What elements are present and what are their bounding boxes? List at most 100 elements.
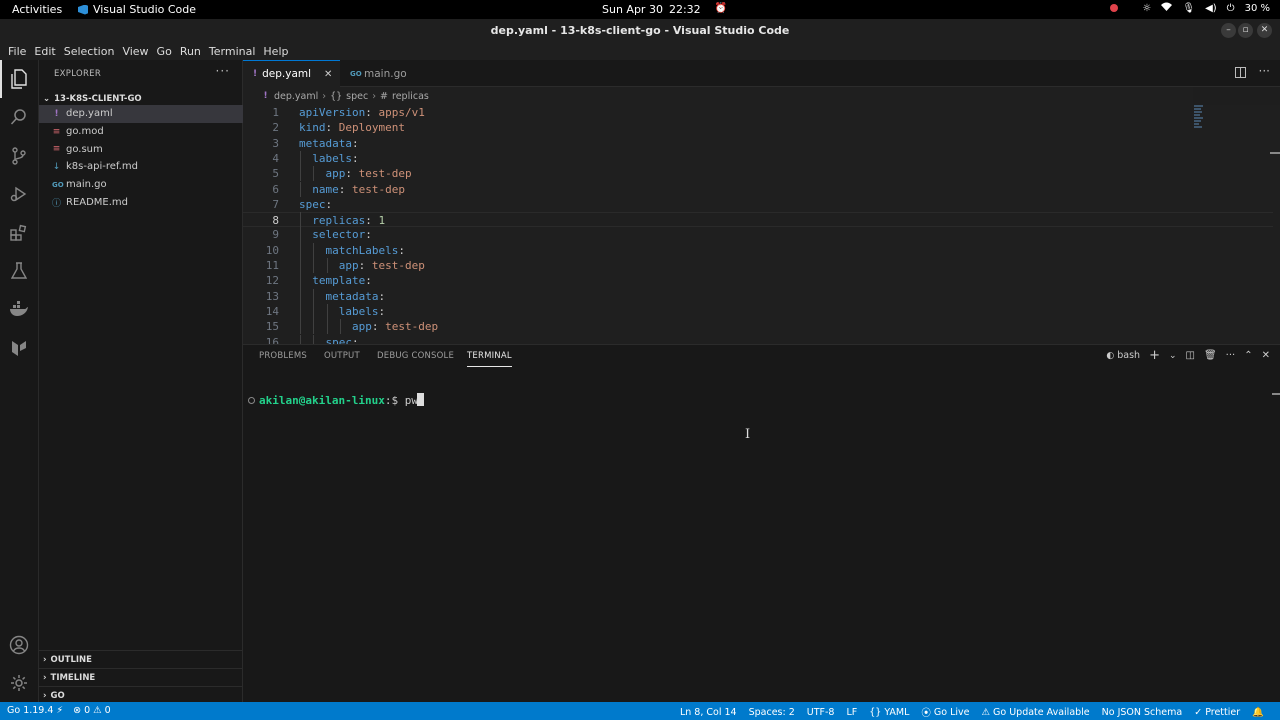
code-line[interactable]: 2 kind: Deployment (243, 120, 1273, 135)
explorer-icon[interactable] (0, 60, 30, 98)
extensions-icon[interactable] (8, 222, 30, 244)
code-line[interactable]: 13 metadata: (243, 289, 1273, 304)
docker-icon[interactable] (8, 298, 30, 320)
go-update-status[interactable]: ⚠ Go Update Available (982, 705, 1090, 719)
go-version-status[interactable]: Go 1.19.4 ⚡ (7, 705, 63, 716)
code-line[interactable]: 1 apiVersion: apps/v1 (243, 105, 1273, 120)
file-item-main-go[interactable]: GO main.go (39, 176, 243, 194)
code-line[interactable]: 6 name: test-dep (243, 182, 1273, 197)
chevron-down-icon[interactable]: ⌄ (1169, 351, 1177, 361)
json-schema-status[interactable]: No JSON Schema (1102, 705, 1183, 719)
code-line[interactable]: 16 spec: (243, 335, 1273, 345)
accounts-icon[interactable] (8, 634, 30, 656)
code-line[interactable]: 14 labels: (243, 304, 1273, 319)
code-editor[interactable]: 1 apiVersion: apps/v1 2 kind: Deployment 3 me… (243, 105, 1280, 344)
file-item-k8s-api-ref-md[interactable]: ↓ k8s-api-ref.md (39, 158, 243, 176)
timeline-section[interactable]: › TIMELINE (39, 668, 243, 686)
indent-guide (313, 319, 315, 335)
file-item-dep-yaml[interactable]: ! dep.yaml (39, 105, 243, 123)
code-line[interactable]: 12 template: (243, 273, 1273, 288)
code-line[interactable]: 15 app: test-dep (243, 319, 1273, 334)
shell-label: bash (1117, 350, 1141, 361)
prettier-status[interactable]: ✓ Prettier (1194, 705, 1240, 719)
code-line[interactable]: 11 app: test-dep (243, 258, 1273, 273)
trash-icon[interactable]: 🗑 (1204, 350, 1217, 361)
indent-guide (313, 242, 315, 258)
tab-dep-yaml[interactable]: ! dep.yaml ✕ (243, 60, 340, 87)
run-debug-icon[interactable] (8, 183, 30, 205)
testing-icon[interactable] (8, 260, 30, 282)
indent-guide (313, 258, 315, 274)
code-line[interactable]: 5 app: test-dep (243, 166, 1273, 181)
file-item-go-sum[interactable]: ≡ go.sum (39, 140, 243, 158)
minimap[interactable] (1194, 105, 1206, 131)
indent-guide (300, 242, 301, 258)
search-icon[interactable] (8, 106, 30, 128)
notifications-bell-icon[interactable]: 🔔 (1252, 705, 1264, 719)
menu-run[interactable]: Run (176, 42, 205, 60)
close-window-button[interactable]: ✕ (1257, 23, 1272, 38)
tab-debug-console[interactable]: DEBUG CONSOLE (377, 351, 454, 361)
cursor-position-status[interactable]: Ln 8, Col 14 (680, 705, 737, 719)
terminal-scrollbar[interactable] (1272, 393, 1280, 395)
menu-help[interactable]: Help (259, 42, 292, 60)
code-line[interactable]: 4 labels: (243, 151, 1273, 166)
menu-edit[interactable]: Edit (30, 42, 59, 60)
breadcrumb-file[interactable]: dep.yaml (274, 91, 318, 102)
split-terminal-icon[interactable]: ◫ (1186, 350, 1195, 361)
code-line[interactable]: 3 metadata: (243, 136, 1273, 151)
menu-go[interactable]: Go (153, 42, 176, 60)
tab-output[interactable]: OUTPUT (324, 351, 360, 361)
split-editor-icon[interactable] (1235, 67, 1246, 78)
file-label: main.go (66, 179, 107, 191)
file-tree: ! dep.yaml ≡ go.mod ≡ go.sum ↓ k8s-api-r… (39, 105, 243, 211)
line-number: 10 (265, 243, 279, 257)
encoding-status[interactable]: UTF-8 (807, 705, 835, 719)
outline-section[interactable]: › OUTLINE (39, 650, 243, 668)
code-line[interactable]: 9 selector: (243, 227, 1273, 242)
breadcrumb-spec[interactable]: spec (346, 91, 368, 102)
line-number: 16 (265, 335, 279, 345)
activities-button[interactable]: Activities (12, 3, 62, 16)
go-update-label: Go Update Available (993, 706, 1090, 718)
tab-main-go[interactable]: GO main.go (340, 60, 417, 87)
code-text: app: test-dep (299, 166, 412, 181)
go-live-status[interactable]: ⦿ Go Live (921, 705, 969, 720)
more-actions-icon[interactable]: ··· (1226, 350, 1236, 361)
editor-more-actions-icon[interactable]: ··· (1259, 64, 1270, 78)
tab-problems[interactable]: PROBLEMS (259, 351, 307, 361)
minimize-button[interactable]: – (1221, 23, 1236, 38)
clock[interactable]: Sun Apr 30 22:32 ⏰ (602, 3, 727, 16)
indent-guide (300, 181, 301, 197)
menu-view[interactable]: View (118, 42, 152, 60)
system-tray[interactable]: ☼ 🎙 ◀) ⏻ 30 % (1110, 2, 1270, 14)
code-line[interactable]: 10 matchLabels: (243, 243, 1273, 258)
terminal-prompt-line[interactable]: akilan@akilan-linux:$ pw (248, 393, 424, 407)
indentation-status[interactable]: Spaces: 2 (749, 705, 795, 719)
menu-terminal[interactable]: Terminal (205, 42, 260, 60)
code-line[interactable]: 8 replicas: 1 (243, 212, 1273, 228)
tab-terminal[interactable]: TERMINAL (467, 351, 512, 367)
source-control-icon[interactable] (8, 145, 30, 167)
close-tab-icon[interactable]: ✕ (324, 69, 332, 80)
settings-gear-icon[interactable] (8, 672, 30, 694)
new-terminal-icon[interactable]: + (1149, 348, 1160, 363)
language-mode-status[interactable]: {} YAML (869, 705, 909, 719)
bash-icon: ◐ (1106, 350, 1115, 361)
eol-status[interactable]: LF (846, 705, 857, 719)
menu-file[interactable]: File (4, 42, 30, 60)
close-panel-icon[interactable]: ✕ (1262, 350, 1270, 361)
app-menu[interactable]: Visual Studio Code (78, 3, 196, 16)
kubernetes-icon[interactable] (8, 337, 30, 359)
file-item-readme-md[interactable]: ⓘ README.md (39, 193, 243, 211)
problems-status[interactable]: ⊗ 0 ⚠ 0 (73, 705, 111, 716)
menu-selection[interactable]: Selection (60, 42, 119, 60)
file-item-go-mod[interactable]: ≡ go.mod (39, 123, 243, 141)
editor-scrollbar[interactable] (1270, 152, 1280, 154)
code-line[interactable]: 7 spec: (243, 197, 1273, 212)
explorer-more-actions-icon[interactable]: ··· (216, 64, 230, 78)
terminal-shell-selector[interactable]: ◐ bash (1106, 350, 1140, 361)
breadcrumb-replicas[interactable]: replicas (392, 91, 429, 102)
maximize-button[interactable]: ▫ (1238, 23, 1253, 38)
maximize-panel-icon[interactable]: ⌃ (1244, 350, 1252, 361)
